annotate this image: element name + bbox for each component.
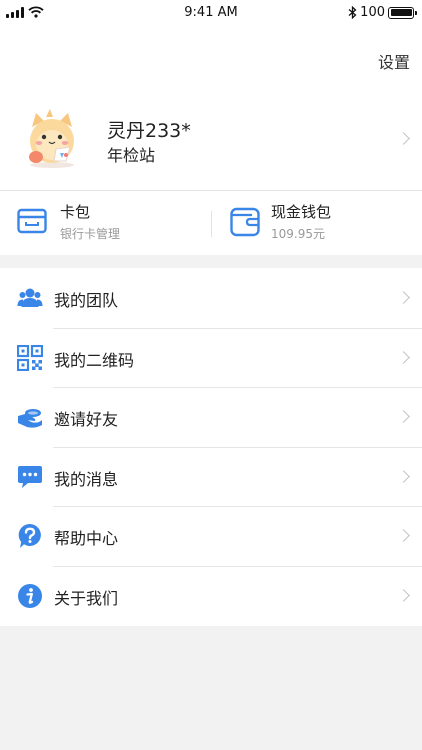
help-icon	[18, 524, 41, 549]
wallet-row: 卡包 银行卡管理 现金钱包 109.95元	[0, 191, 422, 255]
battery-percent: 100	[360, 5, 385, 20]
menu-item-help-center[interactable]: 帮助中心	[0, 506, 422, 566]
bluetooth-icon	[348, 6, 357, 19]
chevron-right-icon	[397, 132, 410, 145]
profile-subtitle: 年检站	[107, 146, 156, 165]
message-icon	[18, 465, 42, 488]
cash-wallet-title: 现金钱包	[271, 203, 332, 221]
avatar	[29, 109, 74, 168]
cash-wallet-button[interactable]: 现金钱包 109.95元	[212, 191, 422, 255]
menu-item-label: 我的团队	[54, 291, 119, 310]
profile-section: 9:41 AM 100 设置 灵丹233* 年检站 卡包 银行卡管理 现金钱包 …	[0, 0, 422, 255]
chevron-right-icon	[397, 410, 410, 424]
team-icon	[17, 288, 43, 307]
chevron-right-icon	[397, 529, 410, 543]
status-bar: 9:41 AM 100	[0, 0, 422, 30]
menu-item-label: 帮助中心	[54, 529, 119, 549]
menu-item-team[interactable]: 我的团队	[0, 268, 422, 328]
qr-code-icon	[17, 344, 43, 371]
menu-item-about-us[interactable]: 关于我们	[0, 565, 422, 626]
card-wallet-title: 卡包	[60, 203, 91, 221]
menu-item-qr-code[interactable]: 我的二维码	[0, 327, 422, 388]
chevron-right-icon	[397, 469, 410, 483]
cash-wallet-balance: 109.95元	[271, 227, 325, 241]
battery-icon	[388, 6, 417, 19]
menu-item-messages[interactable]: 我的消息	[0, 446, 422, 507]
menu-item-label: 我的二维码	[54, 350, 135, 370]
profile-name: 灵丹233*	[107, 120, 191, 142]
settings-button[interactable]: 设置	[378, 49, 410, 73]
wallet-icon	[230, 207, 260, 237]
menu-item-label: 邀请好友	[54, 410, 119, 430]
chevron-right-icon	[397, 589, 410, 602]
status-right: 100	[348, 5, 417, 20]
menu-list: 我的团队 我的二维码 邀请好友 我的消息 帮助中心 关于我们	[0, 268, 422, 626]
menu-item-label: 我的消息	[54, 469, 119, 489]
invite-hand-icon	[18, 409, 42, 428]
card-wallet-subtitle: 银行卡管理	[60, 227, 121, 241]
profile-row[interactable]: 灵丹233* 年检站	[0, 100, 422, 178]
chevron-right-icon	[397, 291, 410, 304]
card-icon	[17, 208, 47, 234]
menu-item-label: 关于我们	[54, 588, 119, 608]
info-icon	[18, 583, 42, 608]
menu-item-invite-friends[interactable]: 邀请好友	[0, 387, 422, 447]
chevron-right-icon	[397, 350, 410, 364]
card-wallet-button[interactable]: 卡包 银行卡管理	[0, 191, 211, 255]
